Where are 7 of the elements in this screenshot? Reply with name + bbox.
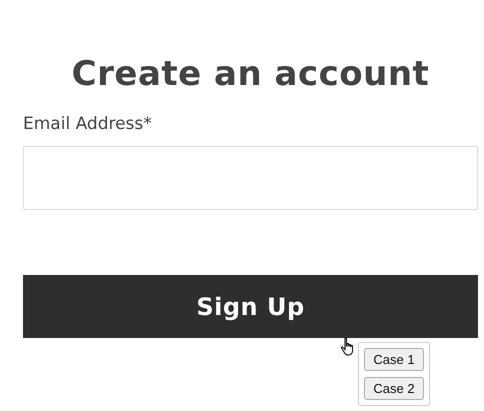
- page-title: Create an account: [72, 53, 430, 96]
- field-label: Email Address*: [23, 113, 152, 136]
- hand-cursor-icon: [340, 337, 356, 357]
- email-input-field[interactable]: [23, 146, 478, 210]
- case-button[interactable]: Case 1: [364, 348, 424, 371]
- sign-up-button[interactable]: Sign Up: [23, 275, 478, 338]
- case-button[interactable]: Case 2: [364, 377, 424, 400]
